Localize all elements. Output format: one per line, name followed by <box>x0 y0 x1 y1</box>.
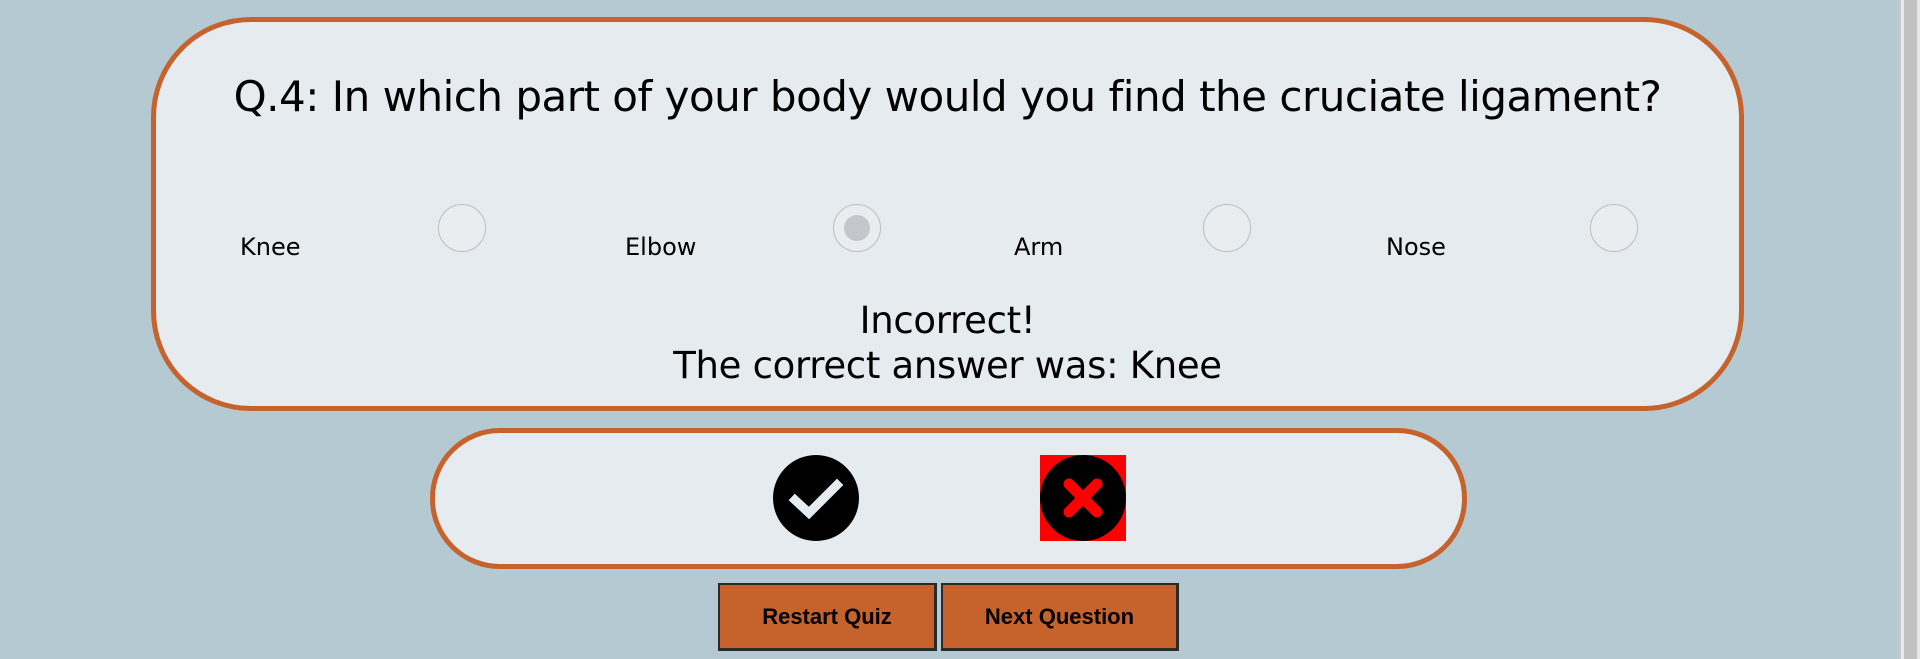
score-tracker <box>430 428 1467 569</box>
restart-quiz-button[interactable]: Restart Quiz <box>718 583 937 651</box>
option-label-elbow: Elbow <box>625 233 697 261</box>
option-radio-knee[interactable] <box>438 204 486 252</box>
check-circle-icon <box>773 455 859 545</box>
option-radio-nose[interactable] <box>1590 204 1638 252</box>
option-label-arm: Arm <box>1014 233 1064 261</box>
answer-feedback: Incorrect! The correct answer was: Knee <box>156 298 1739 388</box>
option-radio-elbow[interactable] <box>833 204 881 252</box>
option-label-knee: Knee <box>240 233 301 261</box>
correct-answer-text: The correct answer was: Knee <box>673 344 1222 387</box>
x-circle-icon <box>1040 455 1126 545</box>
question-text: Q.4: In which part of your body would yo… <box>233 72 1662 121</box>
scrollbar-thumb[interactable] <box>1904 0 1917 659</box>
option-radio-arm[interactable] <box>1203 204 1251 252</box>
next-question-button[interactable]: Next Question <box>941 583 1179 651</box>
option-label-nose: Nose <box>1386 233 1446 261</box>
vertical-scrollbar[interactable] <box>1900 0 1920 659</box>
question-card: Q.4: In which part of your body would yo… <box>151 17 1744 411</box>
result-text: Incorrect! <box>859 299 1036 342</box>
